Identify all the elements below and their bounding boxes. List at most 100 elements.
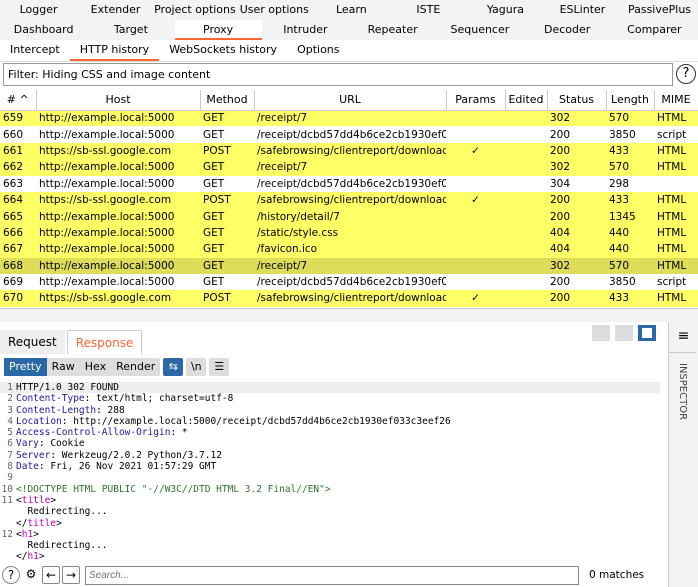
cell-method: GET (203, 177, 225, 190)
table-row[interactable]: 665 http://example.local:5000 GET/history/… (0, 208, 698, 225)
cell-method: POST (200, 290, 254, 307)
tab-http-history[interactable]: HTTP history (69, 40, 160, 61)
table-row[interactable]: 663 http://example.local:5000 GET/receipt/… (0, 176, 698, 192)
tab-logger[interactable]: Logger (0, 0, 77, 20)
cell-edited (505, 224, 547, 242)
code-line: 1 HTTP/1.0 302 FOUND (0, 382, 660, 394)
line-number: 10 (1, 483, 13, 495)
table-row[interactable]: 670 https://sb-ssl.google.com POST/safebro… (0, 290, 698, 307)
tab-eslinter[interactable]: ESLinter (544, 0, 621, 20)
column-header-host[interactable]: Host (36, 90, 201, 111)
newline-icon[interactable]: \n (186, 358, 207, 376)
code-token: : Cookie (38, 438, 85, 450)
column-header-mime[interactable]: MIME (654, 90, 698, 111)
column-header-number[interactable]: # ^ (0, 90, 37, 111)
pane-splitter[interactable] (0, 308, 698, 322)
forward-arrow-icon[interactable]: → (62, 566, 80, 584)
cell-mime (654, 176, 698, 192)
table-row[interactable]: 668 http://example.local:5000 GET/receipt/… (0, 257, 698, 274)
match-count: 0 matches (589, 569, 645, 581)
code-token: Vary (16, 438, 39, 450)
tab-sequencer[interactable]: Sequencer (436, 20, 523, 40)
table-row[interactable]: 666 http://example.local:5000 GET/static/s… (0, 224, 698, 242)
column-header-edited[interactable]: Edited (505, 90, 548, 111)
tab-request[interactable]: Request (0, 330, 65, 354)
tab-yagura[interactable]: Yagura (467, 0, 544, 20)
filter-bar[interactable]: Filter: Hiding CSS and image content (3, 63, 673, 86)
tab-intercept[interactable]: Intercept (0, 40, 70, 61)
cell-status: 302 (547, 110, 606, 127)
search-input[interactable] (85, 565, 579, 585)
table-row[interactable]: 664 https://sb-ssl.google.com POST/safebro… (0, 191, 698, 209)
tab-websockets-history[interactable]: WebSockets history (159, 40, 287, 61)
back-arrow-icon[interactable]: ← (42, 566, 60, 584)
cell-edited (505, 257, 547, 274)
cell-length: 298 (609, 177, 630, 190)
line-number: 9 (7, 472, 13, 484)
column-header-status[interactable]: Status (547, 90, 607, 111)
cell-length: 570 (606, 159, 654, 176)
tab-options[interactable]: Options (287, 40, 349, 61)
layout-rows-icon[interactable] (615, 325, 633, 341)
cell-params (446, 257, 505, 274)
code-line: 3 Content-Length: 288 (0, 405, 660, 416)
cell-status: 200 (550, 276, 571, 289)
line-content: Server: Werkzeug/2.0.2 Python/3.7.12 (16, 450, 222, 461)
code-token: : Fri, 26 Nov 2021 01:57:29 GMT (38, 461, 217, 473)
cell-params: ✓ (446, 191, 505, 209)
tab-extender[interactable]: Extender (77, 0, 154, 20)
column-header-length[interactable]: Length (606, 90, 655, 111)
table-row[interactable]: 667 http://example.local:5000 GET/favicon.… (0, 241, 698, 258)
line-number: 3 (7, 404, 13, 416)
tab-response[interactable]: Response (66, 330, 143, 354)
code-token: Date (16, 461, 39, 473)
response-body[interactable]: 1 HTTP/1.0 302 FOUND 2 Content-Type: text/h… (0, 382, 660, 563)
tab-repeater[interactable]: Repeater (349, 20, 436, 40)
column-header-url[interactable]: URL (254, 90, 447, 111)
tab-dashboard[interactable]: Dashboard (0, 20, 87, 40)
tab-intruder[interactable]: Intruder (262, 20, 349, 40)
gear-icon[interactable]: ⚙ (22, 566, 40, 584)
cell-url: /static/style.css (254, 224, 446, 242)
cell-edited (505, 110, 547, 127)
view-mode-render[interactable]: Render (111, 358, 160, 376)
code-token: > (33, 528, 39, 540)
cell-params (446, 126, 505, 142)
wrap-icon[interactable]: ⇆ (163, 358, 184, 376)
tab-iste[interactable]: ISTE (390, 0, 467, 20)
inspector-panel[interactable]: ≡ INSPECTOR (668, 322, 698, 587)
table-row[interactable]: 669 http://example.local:5000 GET/receipt/… (0, 274, 698, 290)
code-token: Content-Length (16, 404, 97, 416)
menu-icon[interactable]: ☰ (209, 358, 230, 376)
layout-columns-icon[interactable] (592, 325, 610, 341)
cell-mime: script (657, 276, 687, 289)
view-mode-raw[interactable]: Raw (47, 358, 80, 376)
help-icon[interactable]: ? (676, 64, 696, 84)
tab-target[interactable]: Target (87, 20, 174, 40)
table-row[interactable]: 659 http://example.local:5000 GET/receipt/… (0, 110, 698, 127)
line-number: 6 (7, 438, 13, 450)
table-row[interactable]: 660 http://example.local:5000 GET/receipt/… (0, 126, 698, 142)
column-header-method[interactable]: Method (200, 90, 255, 111)
inspector-menu-icon[interactable]: ≡ (669, 328, 698, 344)
tab-proxy[interactable]: Proxy (174, 20, 262, 40)
code-token: Redirecting... (16, 506, 108, 518)
tab-comparer[interactable]: Comparer (611, 20, 698, 40)
column-header-params[interactable]: Params (446, 90, 506, 111)
view-mode-pretty[interactable]: Pretty (4, 358, 47, 376)
tab-decoder[interactable]: Decoder (524, 20, 611, 40)
table-row[interactable]: 662 http://example.local:5000 GET/receipt/… (0, 159, 698, 176)
code-token: : * (170, 427, 188, 439)
view-mode-hex[interactable]: Hex (80, 358, 111, 376)
layout-tabs-icon[interactable] (638, 325, 656, 341)
table-row[interactable]: 661 https://sb-ssl.google.com POST/safebro… (0, 142, 698, 160)
code-token: : http://example.local:5000/receipt/dcbd… (61, 415, 451, 427)
cell-method: GET (200, 241, 254, 258)
line-number: 8 (7, 461, 13, 473)
tab-project-options[interactable]: Project options (154, 0, 236, 20)
tab-passiveplus[interactable]: PassivePlus (621, 0, 698, 20)
tab-learn[interactable]: Learn (313, 0, 390, 20)
tab-user-options[interactable]: User options (236, 0, 313, 20)
top-tabs-row2: Dashboard Target Proxy Intruder Repeater Sequ… (0, 20, 698, 40)
help-icon[interactable]: ? (2, 566, 20, 584)
